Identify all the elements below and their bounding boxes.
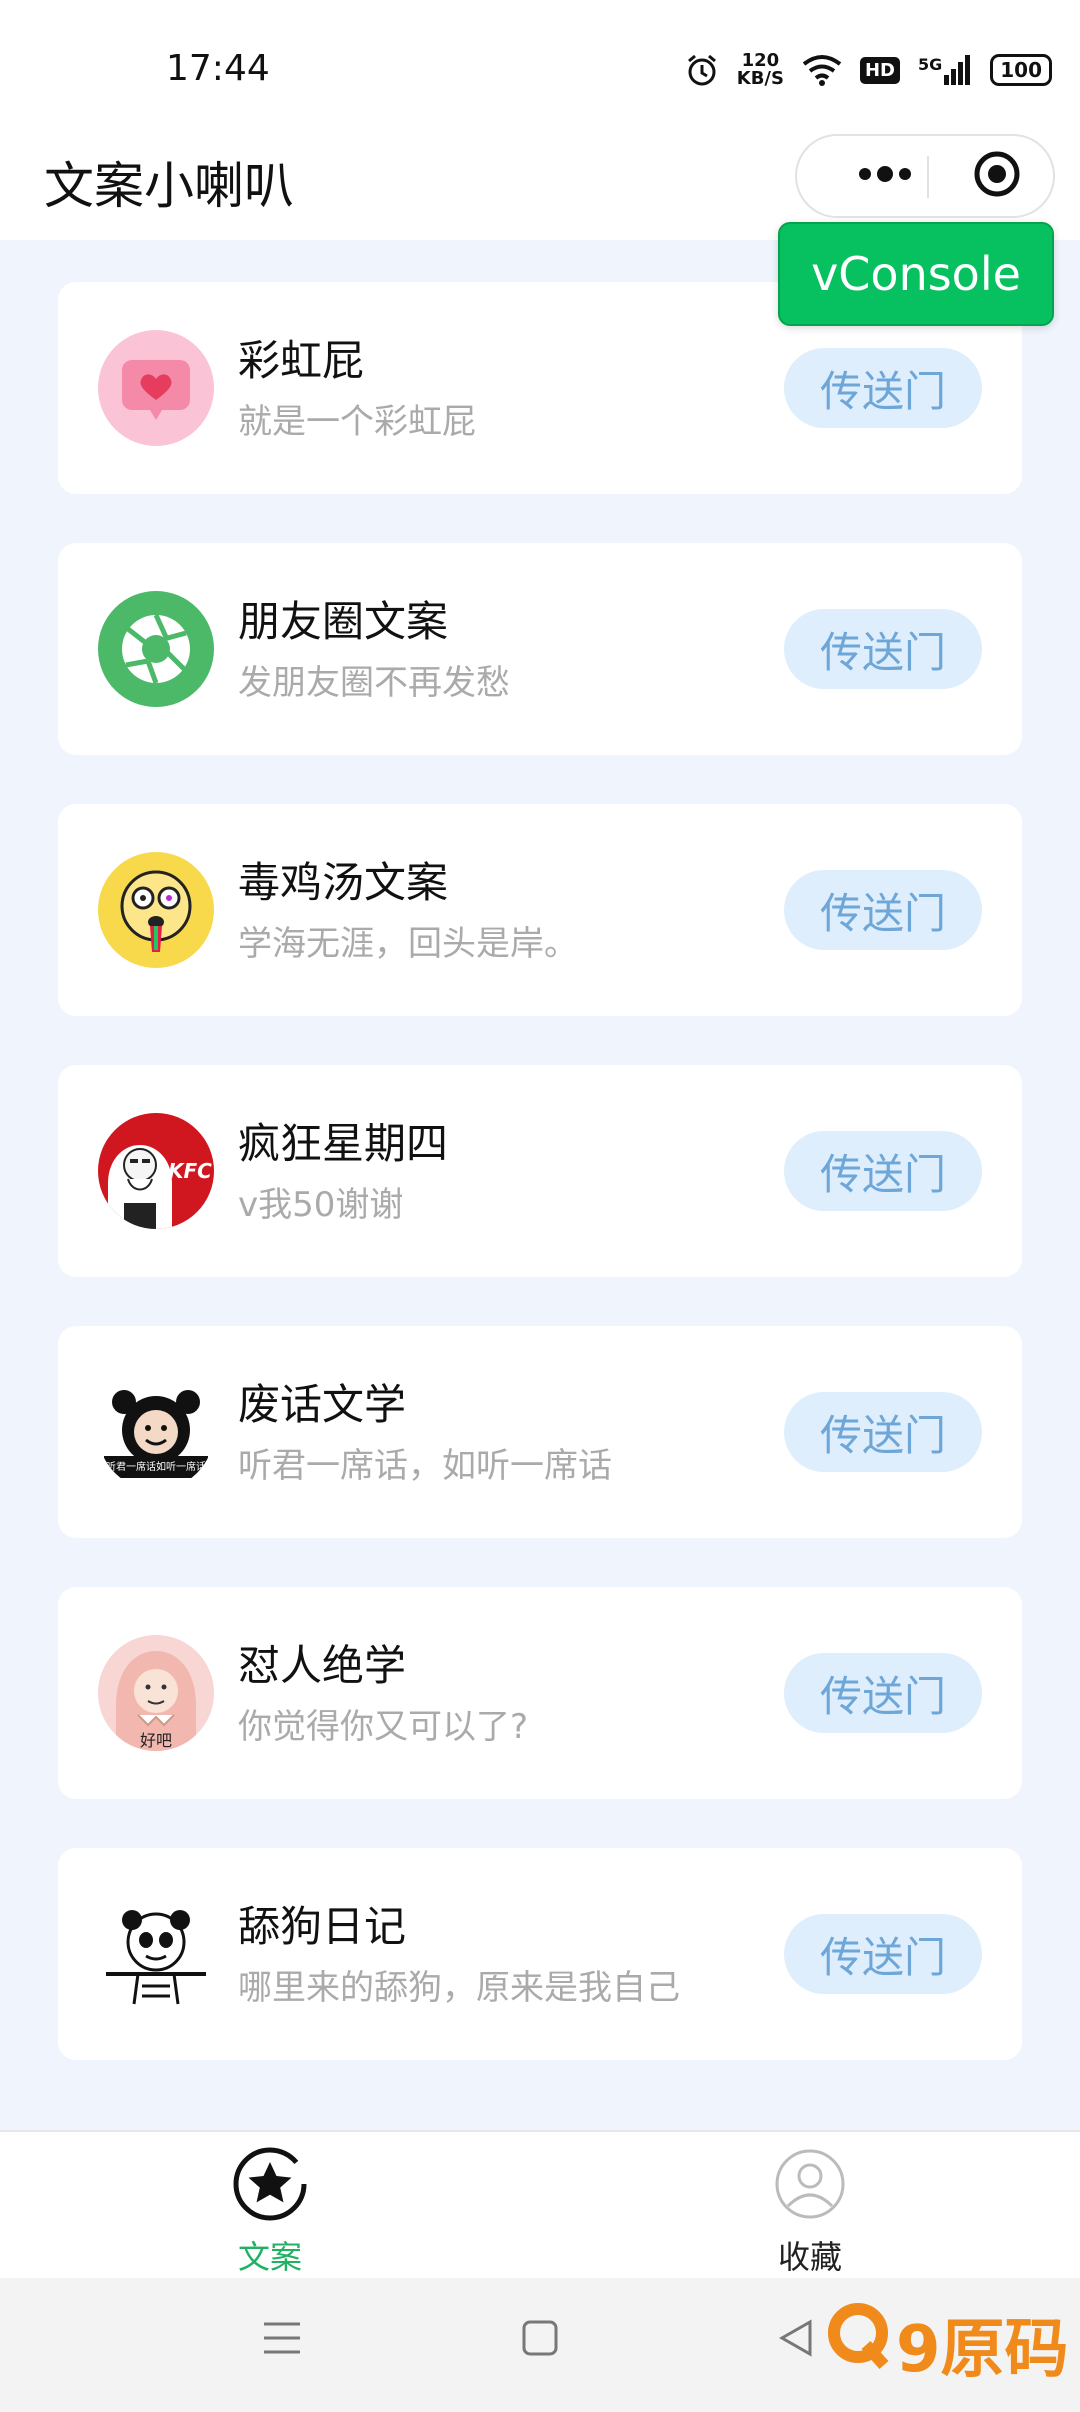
dizzy-face-icon (98, 852, 214, 968)
panda-meme-icon: 听君一席话如听一席话 (98, 1374, 214, 1490)
watermark: 9原码 (826, 2298, 1069, 2390)
hd-badge: HD (859, 56, 900, 84)
kfc-text: KFC (168, 1159, 212, 1183)
item-subtitle: v我50谢谢 (238, 1185, 404, 1225)
battery-indicator: 100 (990, 54, 1052, 86)
tab-label: 文案 (237, 2238, 302, 2276)
portal-button[interactable]: 传送门 (784, 1392, 982, 1472)
meme-girl-icon: 好吧 (98, 1635, 214, 1751)
camera-aperture-icon (98, 591, 214, 707)
list-item[interactable]: KFC 疯狂星期四 v我50谢谢 传送门 (58, 1065, 1022, 1277)
net-speed-unit: KB/S (736, 68, 784, 89)
item-title: 舔狗日记 (238, 1902, 407, 1951)
panda-caption: 听君一席话如听一席话 (106, 1462, 206, 1473)
item-title: 彩虹屁 (238, 336, 365, 385)
copywriting-list: 彩虹屁 就是一个彩虹屁 传送门 朋友圈文案 发朋友圈不再发愁 传送门 毒鸡汤文案… (58, 282, 1022, 2109)
panda-sketch-icon (98, 1896, 214, 2012)
net-speed: 120 KB/S (737, 52, 784, 88)
star-icon (232, 2146, 308, 2226)
q-logo-icon (826, 2301, 892, 2387)
capsule-divider (927, 156, 929, 198)
mini-program-capsule (795, 134, 1055, 218)
status-time: 17:44 (166, 48, 270, 89)
more-button[interactable] (833, 136, 937, 216)
status-icons: 120 KB/S HD 5G 100 (685, 48, 1052, 92)
kfc-logo-icon: KFC (98, 1113, 214, 1229)
heart-message-icon (98, 330, 214, 446)
page-title: 文案小喇叭 (44, 157, 294, 215)
portal-button[interactable]: 传送门 (784, 1914, 982, 1994)
item-subtitle: 发朋友圈不再发愁 (238, 663, 510, 703)
user-icon (772, 2146, 848, 2226)
item-title: 怼人绝学 (238, 1641, 407, 1690)
tab-label: 收藏 (777, 2238, 842, 2276)
item-subtitle: 听君一席话，如听一席话 (238, 1446, 612, 1486)
list-item[interactable]: 毒鸡汤文案 学海无涯，回头是岸。 传送门 (58, 804, 1022, 1016)
list-item[interactable]: 听君一席话如听一席话 废话文学 听君一席话，如听一席话 传送门 (58, 1326, 1022, 1538)
portal-button[interactable]: 传送门 (784, 609, 982, 689)
vconsole-button[interactable]: vConsole (778, 222, 1054, 326)
tab-copywriting[interactable]: 文案 (170, 2146, 370, 2278)
tab-bar: 文案 收藏 (0, 2130, 1080, 2278)
item-subtitle: 学海无涯，回头是岸。 (238, 924, 578, 964)
item-subtitle: 就是一个彩虹屁 (238, 402, 476, 442)
portal-button[interactable]: 传送门 (784, 348, 982, 428)
wifi-icon (802, 54, 842, 86)
signal-label: 5G (917, 55, 943, 74)
back-triangle-icon[interactable] (776, 2318, 816, 2362)
portal-button[interactable]: 传送门 (784, 870, 982, 950)
list-item[interactable]: 舔狗日记 哪里来的舔狗，原来是我自己 传送门 (58, 1848, 1022, 2060)
home-square-icon[interactable] (520, 2318, 560, 2362)
alarm-icon (685, 53, 719, 87)
item-title: 疯狂星期四 (238, 1119, 449, 1168)
girl-caption: 好吧 (139, 1731, 172, 1750)
signal-icon: 5G (918, 55, 972, 85)
target-close-icon (973, 150, 1021, 202)
status-bar: 17:44 120 KB/S HD 5G 100 (0, 0, 1080, 128)
item-title: 毒鸡汤文案 (238, 858, 449, 907)
list-item[interactable]: 朋友圈文案 发朋友圈不再发愁 传送门 (58, 543, 1022, 755)
more-dots-icon (857, 166, 913, 186)
watermark-text: 9原码 (896, 2313, 1069, 2387)
item-subtitle: 你觉得你又可以了? (238, 1707, 529, 1747)
item-title: 朋友圈文案 (238, 597, 449, 646)
portal-button[interactable]: 传送门 (784, 1131, 982, 1211)
menu-icon[interactable] (262, 2318, 302, 2362)
item-subtitle: 哪里来的舔狗，原来是我自己 (238, 1968, 680, 2008)
tab-favorites[interactable]: 收藏 (710, 2146, 910, 2278)
close-button[interactable] (967, 136, 1027, 216)
list-item[interactable]: 好吧 怼人绝学 你觉得你又可以了? 传送门 (58, 1587, 1022, 1799)
item-title: 废话文学 (238, 1380, 407, 1429)
portal-button[interactable]: 传送门 (784, 1653, 982, 1733)
